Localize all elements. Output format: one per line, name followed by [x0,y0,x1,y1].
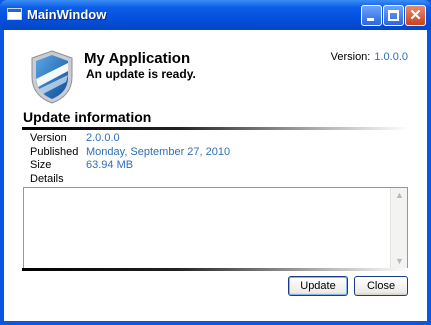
info-label: Size [30,159,52,171]
update-info-grid: Version 2.0.0.0 Published Monday, Septem… [30,132,230,186]
info-label: Version [30,132,67,144]
main-window: MainWindow ✕ My Application An update is… [0,0,431,325]
section-title: Update information [23,109,152,125]
info-value: 63.94 MB [86,159,134,171]
info-row-size: Size 63.94 MB [30,159,230,173]
info-row-details: Details [30,173,230,187]
info-value: Monday, September 27, 2010 [86,145,231,158]
section-divider [22,127,409,130]
info-value: 2.0.0.0 [86,132,120,144]
update-button[interactable]: Update [288,276,348,296]
details-textbox[interactable]: ▲ ▼ [23,187,408,270]
scroll-up-icon[interactable]: ▲ [392,188,407,203]
maximize-button[interactable] [383,5,404,26]
close-icon: ✕ [409,7,422,24]
info-label: Published [30,145,79,158]
maximize-icon [388,10,399,21]
shield-icon [31,50,73,104]
close-button[interactable]: Close [354,276,408,296]
info-row-version: Version 2.0.0.0 [30,132,230,146]
window-content: My Application An update is ready. Versi… [4,30,427,321]
minimize-button[interactable] [361,5,382,26]
app-name: My Application [84,50,191,67]
window-icon [7,8,22,20]
version-label: Version: [330,51,371,63]
close-window-button[interactable]: ✕ [405,5,426,26]
bottom-divider [22,268,409,271]
minimize-icon [367,18,374,21]
window-title: MainWindow [27,7,107,22]
version-value: 1.0.0.0 [374,51,408,63]
update-status: An update is ready. [86,67,196,81]
info-label: Details [30,172,64,185]
details-scrollbar[interactable]: ▲ ▼ [390,188,407,269]
title-bar[interactable]: MainWindow ✕ [0,0,431,30]
info-row-published: Published Monday, September 27, 2010 [30,146,230,160]
scroll-down-icon[interactable]: ▼ [392,254,407,269]
current-version: Version: 1.0.0.0 [331,51,408,63]
